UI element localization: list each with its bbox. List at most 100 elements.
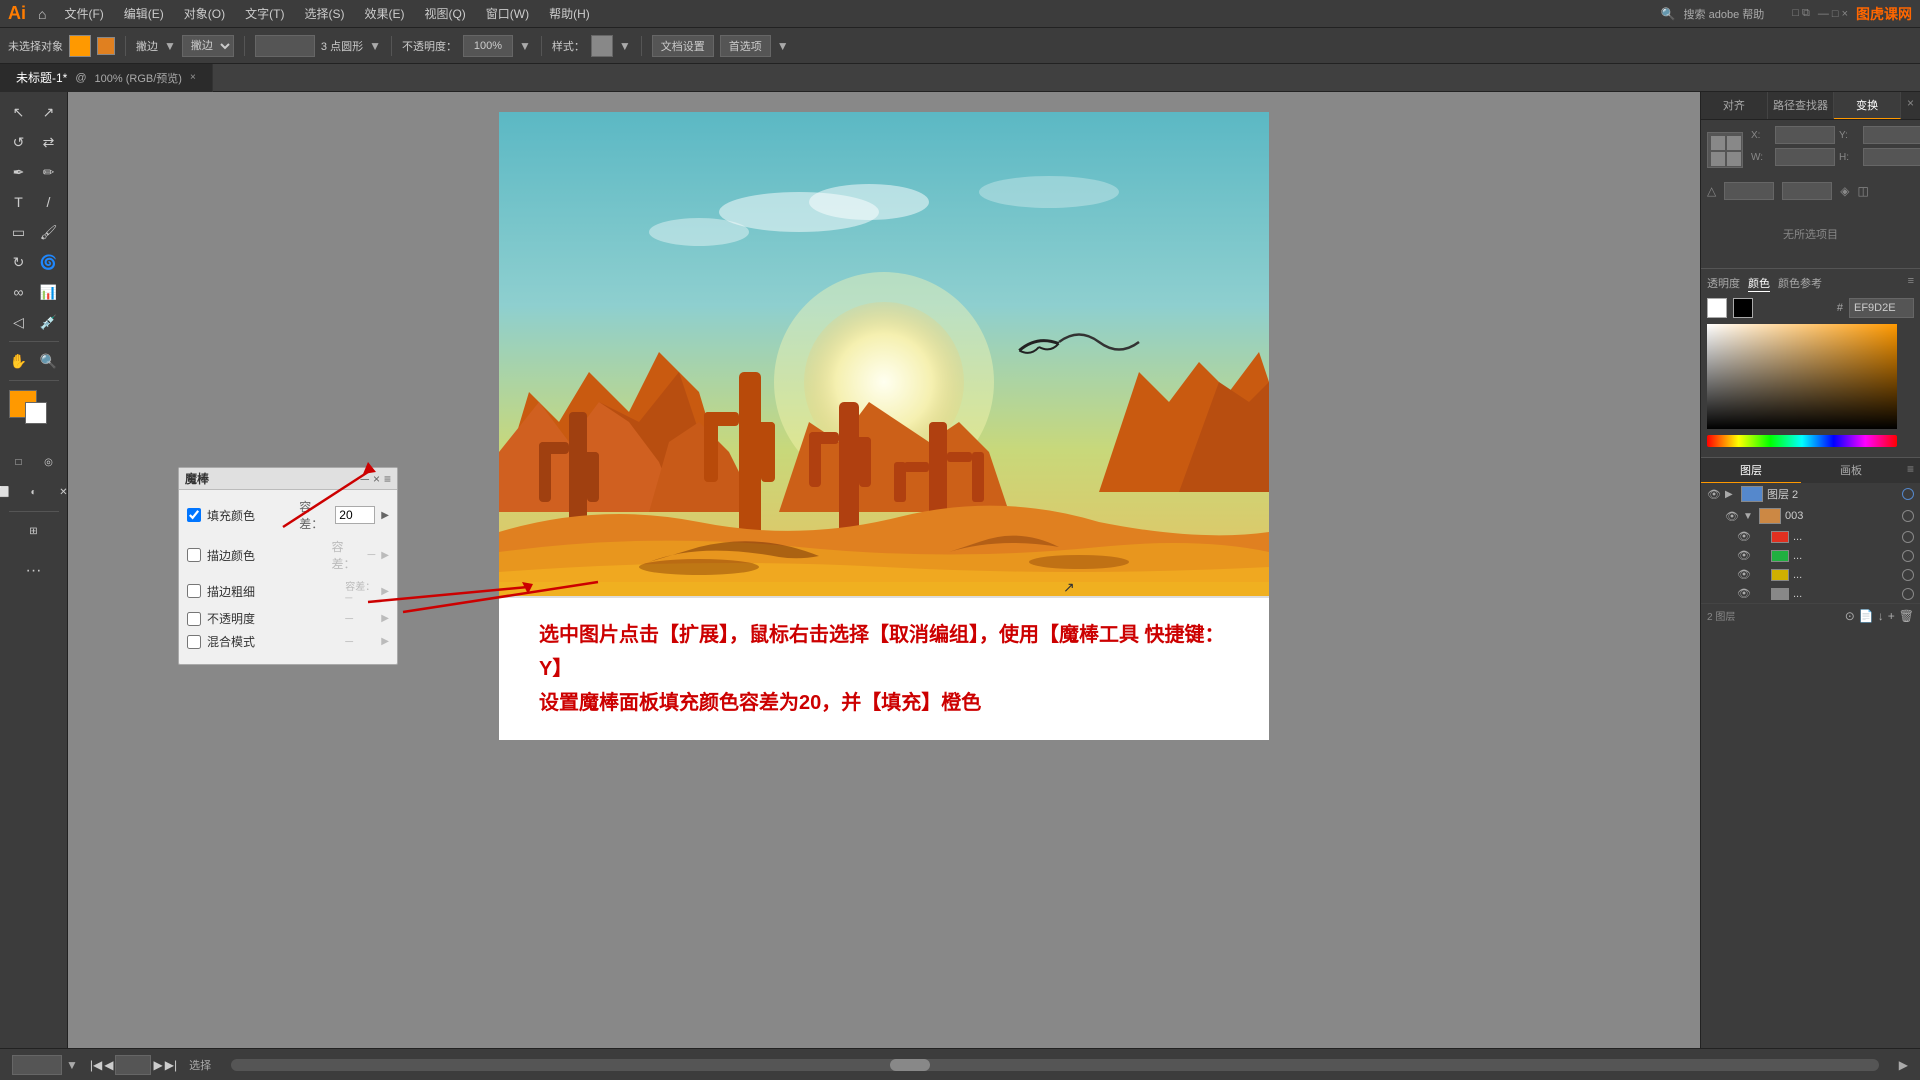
h-scrollbar[interactable] — [231, 1059, 1879, 1071]
layer-gray-item[interactable]: 👁 ... — [1701, 584, 1920, 603]
gray-layer-circle[interactable] — [1902, 588, 1914, 600]
document-tab[interactable]: 未标题-1* @ 100% (RGB/预览) × — [0, 64, 213, 92]
eyedropper-tool[interactable]: 💉 — [35, 308, 63, 336]
first-page-btn[interactable]: |◀ — [90, 1058, 102, 1072]
shear-input[interactable] — [1782, 182, 1832, 200]
delete-layer-btn[interactable]: 🗑 — [1899, 609, 1914, 623]
panel-minimize[interactable]: ─ — [360, 472, 369, 486]
zoom-input[interactable]: 100% — [12, 1055, 62, 1075]
last-page-btn[interactable]: ▶| — [165, 1058, 177, 1072]
prev-page-btn[interactable]: ◀ — [104, 1058, 113, 1072]
color-menu-icon[interactable]: ≡ — [1908, 275, 1914, 292]
green-layer-eye[interactable]: 👁 — [1737, 549, 1751, 562]
hue-slider[interactable] — [1707, 435, 1897, 447]
color-ref-tab[interactable]: 颜色参考 — [1778, 275, 1822, 292]
scrollbar-thumb[interactable] — [890, 1059, 930, 1071]
layer003-arrow-icon[interactable]: ▼ — [1743, 511, 1755, 522]
pen-tool[interactable]: ✒ — [5, 158, 33, 186]
artboard-tool[interactable]: ⊞ — [20, 517, 48, 545]
h-input[interactable] — [1863, 148, 1920, 166]
layer-red-item[interactable]: 👁 ... — [1701, 527, 1920, 546]
stroke-width-arrow[interactable]: ▶ — [381, 586, 389, 597]
gray-layer-eye[interactable]: 👁 — [1737, 587, 1751, 600]
color-picker-area[interactable] — [1707, 324, 1897, 429]
line-tool[interactable]: / — [35, 188, 63, 216]
blend-tool[interactable]: ∞ — [5, 278, 33, 306]
more-tools[interactable]: ··· — [20, 557, 48, 585]
window-controls[interactable]: — □ × — [1818, 8, 1848, 20]
color-mode[interactable]: ⬜ — [0, 478, 18, 506]
menu-edit[interactable]: 编辑(E) — [116, 3, 172, 24]
layer-green-item[interactable]: 👁 ... — [1701, 546, 1920, 565]
direct-selection-tool[interactable]: ↗ — [35, 98, 63, 126]
red-layer-circle[interactable] — [1902, 531, 1914, 543]
new-layer-btn[interactable]: 📄 — [1859, 609, 1874, 623]
color-tab-active[interactable]: 颜色 — [1748, 275, 1770, 292]
stroke-swatch[interactable] — [97, 37, 115, 55]
paintbrush-tool[interactable]: 🖌 — [35, 218, 63, 246]
preferences-btn[interactable]: 首选项 — [720, 35, 771, 57]
document-canvas[interactable]: 选中图片点击【扩展】，鼠标右击选择【取消编组】，使用【魔棒工具 快捷键：Y】 设… — [499, 112, 1269, 740]
scale-input[interactable] — [1724, 182, 1774, 200]
style-dropdown[interactable]: ▼ — [619, 39, 631, 53]
brush-dropdown-icon[interactable]: ▼ — [164, 39, 176, 53]
blend-mode-arrow[interactable]: ▶ — [381, 636, 389, 647]
layer-item-003[interactable]: 👁 ▼ 003 — [1701, 505, 1920, 527]
warp-tool[interactable]: 🌀 — [35, 248, 63, 276]
normal-mode[interactable]: □ — [5, 448, 33, 476]
opacity-dropdown[interactable]: ▼ — [519, 39, 531, 53]
eraser-tool[interactable]: ◁ — [5, 308, 33, 336]
type-tool[interactable]: T — [5, 188, 33, 216]
layer003-circle[interactable] — [1902, 510, 1914, 522]
tolerance-arrow[interactable]: ▶ — [381, 510, 389, 521]
selection-tool[interactable]: ↖ — [5, 98, 33, 126]
blend-mode-checkbox[interactable] — [187, 635, 201, 649]
move-to-layer-btn[interactable]: ↓ — [1878, 609, 1884, 623]
opacity-arrow[interactable]: ▶ — [381, 613, 389, 624]
green-layer-circle[interactable] — [1902, 550, 1914, 562]
layers-tab[interactable]: 图层 — [1701, 458, 1801, 483]
background-swatch[interactable] — [25, 402, 47, 424]
transform-origin-grid[interactable] — [1707, 132, 1743, 168]
stroke-arrow[interactable]: ▶ — [381, 550, 389, 561]
menu-help[interactable]: 帮助(H) — [541, 3, 598, 24]
reflect-tool[interactable]: ⇄ — [35, 128, 63, 156]
opacity-checkbox[interactable] — [187, 612, 201, 626]
opacity-tab[interactable]: 透明度 — [1707, 275, 1740, 292]
pathfinder-tab[interactable]: 路径查找器 — [1768, 92, 1835, 119]
point-input[interactable] — [255, 35, 315, 57]
hex-input[interactable] — [1849, 298, 1914, 318]
tolerance-input[interactable] — [335, 506, 375, 524]
fill-color-checkbox[interactable] — [187, 508, 201, 522]
transform-tab[interactable]: 变换 — [1834, 92, 1901, 119]
align-tab[interactable]: 对齐 — [1701, 92, 1768, 119]
y-input[interactable] — [1863, 126, 1920, 144]
layers-menu-icon[interactable]: ≡ — [1901, 458, 1920, 483]
panel-close-btn[interactable]: × — [1901, 92, 1920, 119]
yellow-layer-circle[interactable] — [1902, 569, 1914, 581]
artboard-tab[interactable]: 画板 — [1801, 458, 1901, 483]
column-graph-tool[interactable]: 📊 — [35, 278, 63, 306]
menu-file[interactable]: 文件(F) — [56, 3, 111, 24]
tab-close-btn[interactable]: × — [190, 72, 196, 83]
zoom-dropdown[interactable]: ▼ — [66, 1058, 78, 1072]
x-input[interactable] — [1775, 126, 1835, 144]
make-mask-btn[interactable]: ⊙ — [1845, 609, 1855, 623]
zoom-tool[interactable]: 🔍 — [35, 347, 63, 375]
red-layer-eye[interactable]: 👁 — [1737, 530, 1751, 543]
gradient-mode[interactable]: ◐ — [20, 478, 48, 506]
brush-select[interactable]: 撇边 — [182, 35, 234, 57]
panel-menu[interactable]: ≡ — [384, 472, 391, 486]
layer2-expand-icon[interactable]: ▶ — [1725, 489, 1737, 500]
fill-color-swatch[interactable] — [69, 35, 91, 57]
white-swatch[interactable] — [1707, 298, 1727, 318]
menu-select[interactable]: 选择(S) — [296, 3, 352, 24]
point-dropdown[interactable]: ▼ — [369, 39, 381, 53]
layer-item-layer2[interactable]: 👁 ▶ 图层 2 — [1701, 483, 1920, 505]
mask-mode[interactable]: ◎ — [35, 448, 63, 476]
menu-window[interactable]: 窗口(W) — [478, 3, 537, 24]
menu-object[interactable]: 对象(O) — [176, 3, 233, 24]
yellow-layer-eye[interactable]: 👁 — [1737, 568, 1751, 581]
menu-effect[interactable]: 效果(E) — [356, 3, 412, 24]
panel-close[interactable]: × — [373, 472, 380, 486]
